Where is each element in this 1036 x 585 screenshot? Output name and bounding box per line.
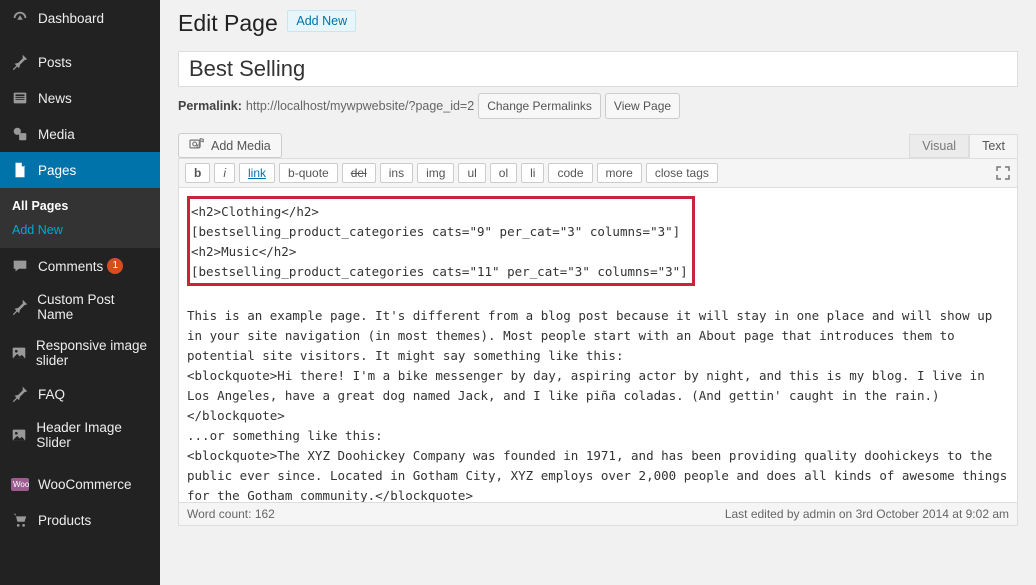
- sidebar-item-label: Responsive image slider: [36, 338, 150, 368]
- content-textarea[interactable]: <h2>Clothing</h2> [bestselling_product_c…: [178, 187, 1018, 503]
- sidebar-item-dashboard[interactable]: Dashboard: [0, 0, 160, 36]
- sidebar-item-woocommerce[interactable]: Woo WooCommerce: [0, 466, 160, 502]
- page-title: Edit Page: [178, 10, 278, 37]
- tab-visual[interactable]: Visual: [909, 134, 969, 158]
- qt-close[interactable]: close tags: [646, 163, 718, 183]
- comments-count-badge: 1: [107, 258, 123, 274]
- qt-img[interactable]: img: [417, 163, 454, 183]
- cart-icon: [10, 510, 30, 530]
- qt-bquote[interactable]: b-quote: [279, 163, 338, 183]
- camera-music-icon: [189, 137, 205, 154]
- highlighted-shortcodes: <h2>Clothing</h2> [bestselling_product_c…: [187, 196, 695, 286]
- sidebar-item-label: Header Image Slider: [36, 420, 150, 450]
- sidebar-item-label: Media: [38, 127, 75, 142]
- pin-icon: [10, 297, 29, 317]
- pin-icon: [10, 384, 30, 404]
- sidebar-item-label: Comments: [38, 259, 103, 274]
- pin-icon: [10, 52, 30, 72]
- sidebar-item-hislider[interactable]: Header Image Slider: [0, 412, 160, 458]
- editor-statusbar: Word count: 162 Last edited by admin on …: [178, 503, 1018, 526]
- sidebar-item-posts[interactable]: Posts: [0, 44, 160, 80]
- sidebar-item-pages[interactable]: Pages: [0, 152, 160, 188]
- qt-bold[interactable]: b: [185, 163, 210, 183]
- sidebar-item-label: Pages: [38, 163, 76, 178]
- add-media-button[interactable]: Add Media: [178, 133, 282, 158]
- sidebar-sub-pages: All Pages Add New: [0, 188, 160, 248]
- gauge-icon: [10, 8, 30, 28]
- qt-ins[interactable]: ins: [380, 163, 413, 183]
- qt-code[interactable]: code: [548, 163, 592, 183]
- sidebar-item-cpt[interactable]: Custom Post Name: [0, 284, 160, 330]
- sidebar-sub-addnew[interactable]: Add New: [0, 218, 160, 242]
- qt-ol[interactable]: ol: [490, 163, 517, 183]
- fullscreen-icon[interactable]: [995, 165, 1011, 181]
- sidebar-item-rislider[interactable]: Responsive image slider: [0, 330, 160, 376]
- qt-ul[interactable]: ul: [458, 163, 485, 183]
- sidebar-item-label: News: [38, 91, 72, 106]
- qt-del[interactable]: del: [342, 163, 376, 183]
- sidebar-item-label: Custom Post Name: [37, 292, 150, 322]
- sidebar-item-faq[interactable]: FAQ: [0, 376, 160, 412]
- sidebar-item-label: Posts: [38, 55, 72, 70]
- main-content: Edit Page Add New Permalink: http://loca…: [160, 0, 1036, 585]
- qt-link[interactable]: link: [239, 163, 275, 183]
- woo-icon: Woo: [10, 474, 30, 494]
- post-title-input[interactable]: [178, 51, 1018, 87]
- qt-li[interactable]: li: [521, 163, 544, 183]
- permalink-url: http://localhost/mywpwebsite/?page_id=2: [246, 99, 474, 113]
- view-page-button[interactable]: View Page: [605, 93, 680, 119]
- wordcount-value: 162: [255, 507, 275, 521]
- change-permalinks-button[interactable]: Change Permalinks: [478, 93, 601, 119]
- news-icon: [10, 88, 30, 108]
- image-icon: [10, 425, 28, 445]
- qt-more[interactable]: more: [597, 163, 642, 183]
- sidebar-item-products[interactable]: Products: [0, 502, 160, 538]
- quicktags-toolbar: b i link b-quote del ins img ul ol li co…: [178, 158, 1018, 187]
- sidebar-item-label: WooCommerce: [38, 477, 132, 492]
- image-icon: [10, 343, 28, 363]
- content-rest: This is an example page. It's different …: [187, 308, 1015, 503]
- admin-sidebar: Dashboard Posts News Media Pages All Pag…: [0, 0, 160, 585]
- sidebar-item-comments[interactable]: Comments 1: [0, 248, 160, 284]
- sidebar-item-news[interactable]: News: [0, 80, 160, 116]
- add-media-label: Add Media: [211, 139, 271, 153]
- sidebar-item-media[interactable]: Media: [0, 116, 160, 152]
- sidebar-sub-allpages[interactable]: All Pages: [0, 194, 160, 218]
- sidebar-item-label: FAQ: [38, 387, 65, 402]
- tab-text[interactable]: Text: [969, 134, 1018, 158]
- qt-italic[interactable]: i: [214, 163, 235, 183]
- comment-icon: [10, 256, 30, 276]
- add-new-button[interactable]: Add New: [287, 10, 356, 32]
- permalink-label: Permalink:: [178, 99, 242, 113]
- sidebar-item-label: Dashboard: [38, 11, 104, 26]
- last-edited: Last edited by admin on 3rd October 2014…: [725, 507, 1009, 521]
- media-icon: [10, 124, 30, 144]
- page-icon: [10, 160, 30, 180]
- wordcount-label: Word count:: [187, 507, 255, 521]
- sidebar-item-label: Products: [38, 513, 91, 528]
